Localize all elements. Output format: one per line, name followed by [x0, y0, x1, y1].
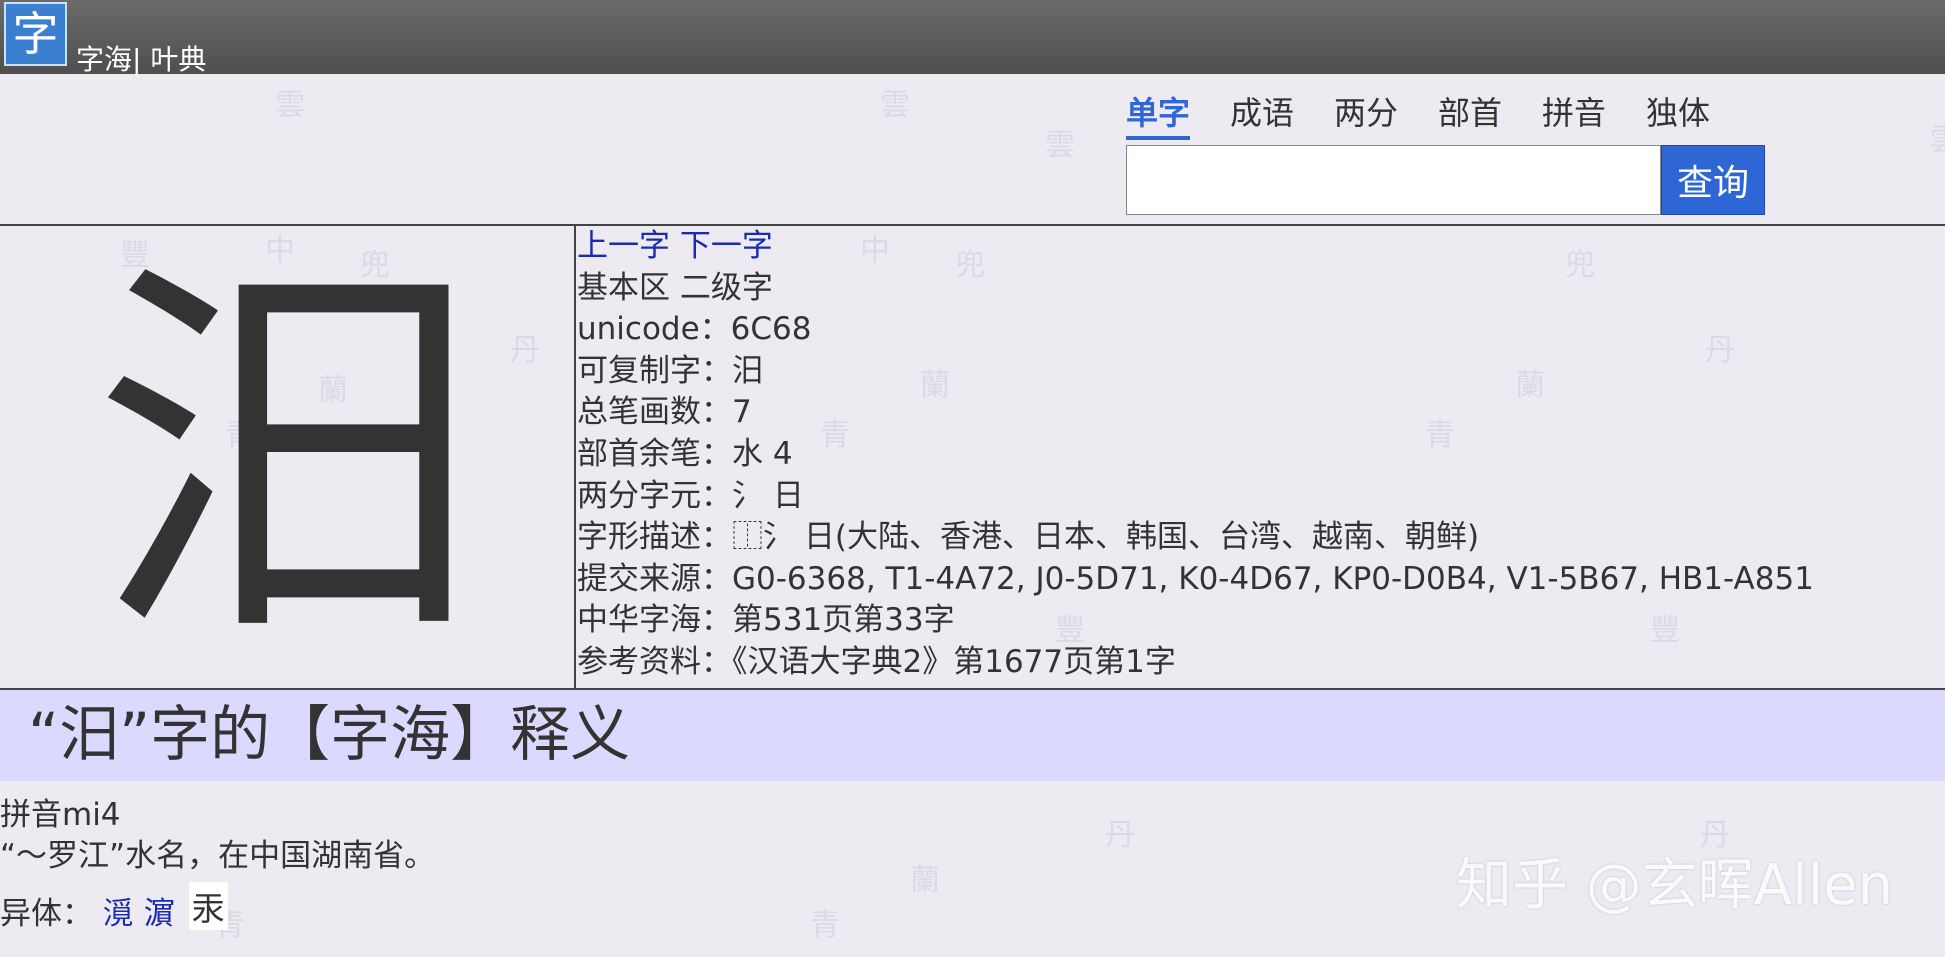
character-glyph: 汨 — [92, 230, 482, 684]
variant-link[interactable]: 漞 — [103, 896, 134, 932]
block-level: 基本区 二级字 — [577, 269, 773, 306]
next-char-link[interactable]: 下一字 — [680, 228, 773, 264]
tab-pinyin[interactable]: 拼音 — [1542, 88, 1606, 134]
divider-vertical — [574, 224, 576, 688]
glyph-description: 字形描述：⿰氵 日(大陆、香港、日本、韩国、台湾、越南、朝鲜) — [577, 519, 1480, 556]
submission-sources: 提交来源：G0-6368, T1-4A72, J0-5D71, K0-4D67,… — [577, 560, 1814, 597]
tab-single-char[interactable]: 单字 — [1126, 88, 1191, 140]
search-button[interactable]: 查询 — [1661, 145, 1765, 215]
definition-header-band: “汨”字的【字海】释义 — [0, 690, 1945, 781]
stroke-count: 总笔画数：7 — [577, 394, 752, 431]
definition-text: “～罗江”水名，在中国湖南省。 — [0, 838, 436, 874]
prev-char-link[interactable]: 上一字 — [577, 228, 670, 264]
zhonghua-ref: 中华字海：第531页第33字 — [577, 602, 955, 639]
components: 两分字元：氵 日 — [577, 477, 804, 514]
character-info: 上一字 下一字 基本区 二级字 unicode：6C68 可复制字：汨 总笔画数… — [577, 226, 1814, 684]
tab-standalone[interactable]: 独体 — [1646, 88, 1710, 134]
site-title[interactable]: 字海| 叶典 — [76, 38, 206, 78]
variants-label: 异体： — [0, 896, 93, 932]
unicode-value: unicode：6C68 — [577, 311, 812, 348]
reference: 参考资料：《汉语大字典2》第1677页第1字 — [577, 643, 1176, 680]
site-logo[interactable]: 字 — [4, 2, 67, 66]
variant-image: 汞 — [188, 882, 228, 930]
radical-strokes: 部首余笔：水 4 — [577, 435, 793, 472]
definition-heading: “汨”字的【字海】释义 — [28, 700, 631, 770]
variant-link[interactable]: 濵 — [144, 896, 175, 932]
copyable-char: 可复制字：汨 — [577, 352, 763, 389]
nav-links-row: 上一字 下一字 — [577, 226, 1814, 268]
watermark: 知乎 @玄晖Allen — [1456, 853, 1894, 918]
search-input[interactable] — [1126, 145, 1661, 215]
definition-pinyin: 拼音mi4 — [0, 797, 121, 833]
tab-radical[interactable]: 部首 — [1438, 88, 1502, 134]
tab-idiom[interactable]: 成语 — [1230, 88, 1294, 134]
top-bar: 字 字海| 叶典 — [0, 0, 1945, 76]
tab-two-part[interactable]: 两分 — [1334, 88, 1398, 134]
variants-row: 异体： 漞 濵 汞 — [0, 882, 228, 933]
